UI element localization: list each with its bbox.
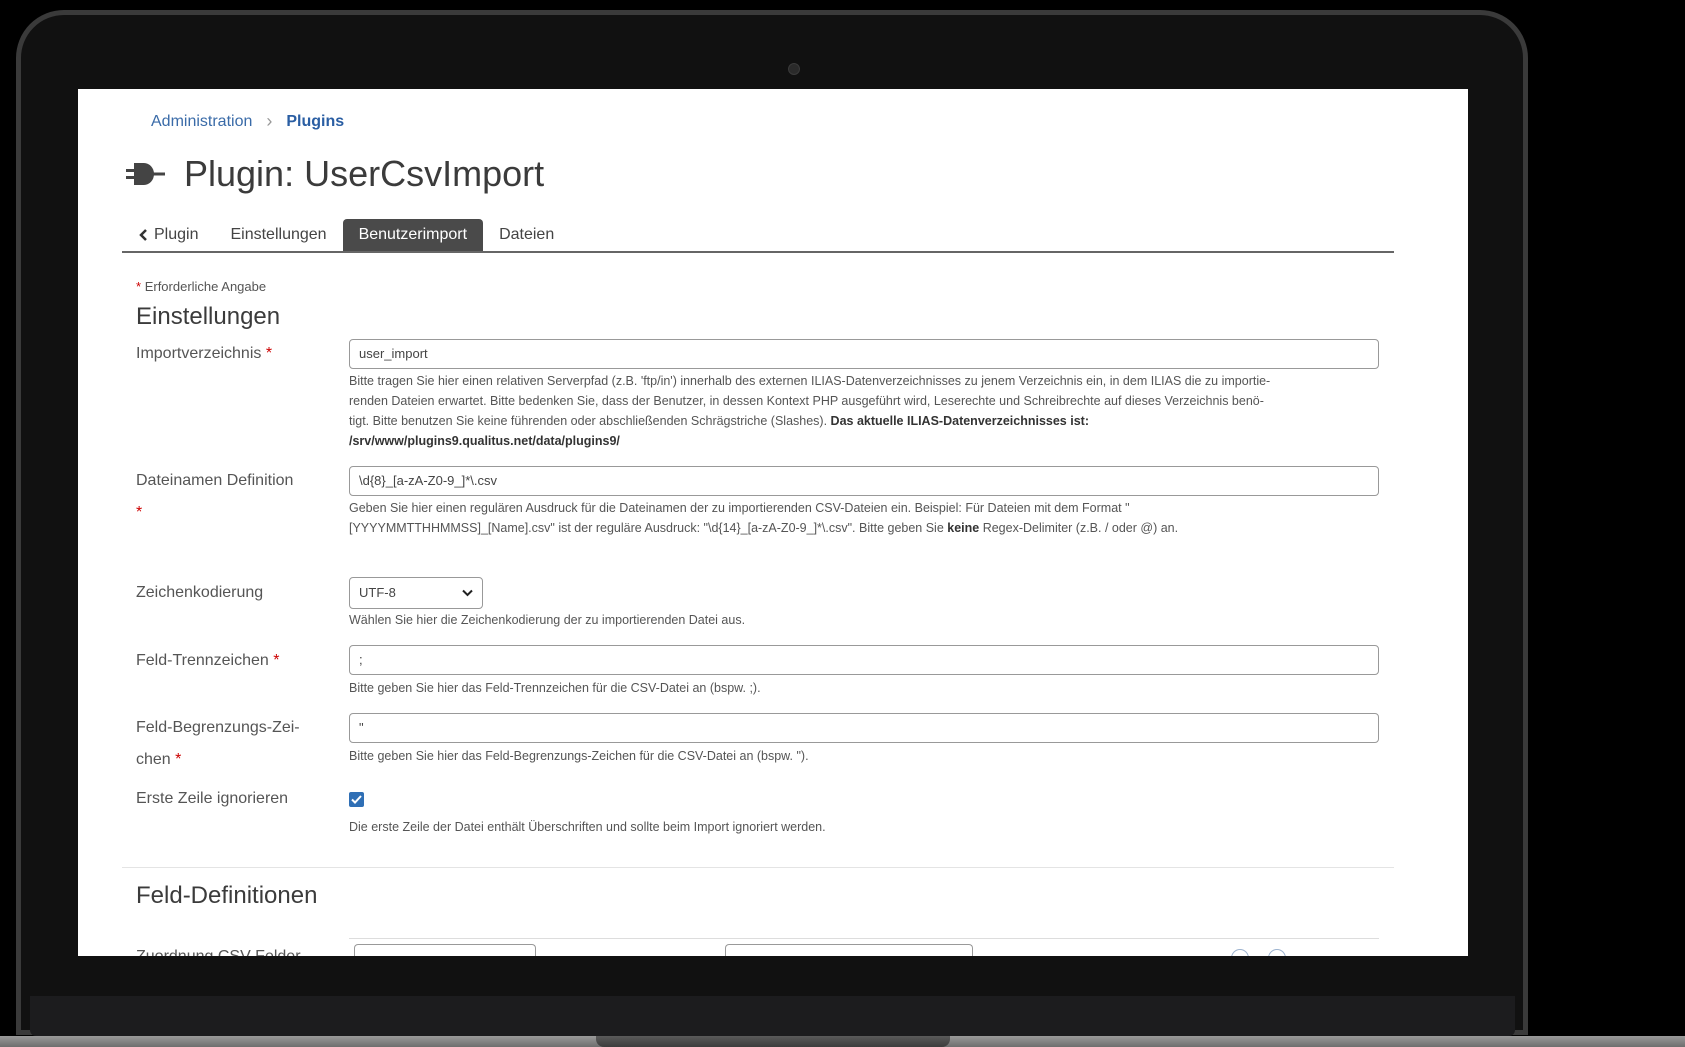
data-dir-path: /srv/www/plugins9.qualitus.net/data/plug… <box>349 434 620 448</box>
import-dir-help-line: /srv/www/plugins9.qualitus.net/data/plug… <box>349 431 1379 451</box>
mapping-select-partial[interactable] <box>725 944 973 956</box>
filename-def-help-text: [YYYYMMTTHHMMSS]_[Name].csv" ist der reg… <box>349 521 948 535</box>
encoding-value: UTF-8 <box>359 585 396 600</box>
skip-first-help: Die erste Zeile der Datei enthält Übersc… <box>349 820 826 834</box>
breadcrumb-separator-icon: › <box>266 111 273 131</box>
filename-def-label: Dateinamen Definition * <box>136 465 293 529</box>
plug-icon <box>126 163 165 185</box>
tab-benutzerimport[interactable]: Benutzerimport <box>342 219 484 251</box>
screen: Administration › Plugins Plugin: UserCsv… <box>78 89 1468 956</box>
tab-dateien[interactable]: Dateien <box>483 219 570 251</box>
filename-def-input[interactable]: \d{8}_[a-zA-Z0-9_]*\.csv <box>349 466 1379 496</box>
delimiter-input[interactable]: " <box>349 713 1379 743</box>
filename-def-help-bold: keine <box>947 521 980 535</box>
required-marker: * <box>175 751 182 768</box>
chevron-left-icon <box>139 229 147 241</box>
import-dir-help-line: renden Dateien erwartet. Bitte bedenken … <box>349 394 1264 408</box>
add-row-icon[interactable] <box>1231 949 1249 956</box>
separator-label-text: Feld-Trennzeichen <box>136 652 269 669</box>
required-marker: * <box>136 279 142 294</box>
section-title-feld-definitionen: Feld-Definitionen <box>136 882 318 909</box>
delimiter-label-text: Feld-Begrenzungs-Zei- <box>136 719 300 736</box>
page-title: Plugin: UserCsvImport <box>184 153 545 194</box>
delimiter-label-text-2: chen * <box>136 744 300 776</box>
laptop-chin <box>30 996 1515 1036</box>
section-title-einstellungen: Einstellungen <box>136 303 281 330</box>
encoding-help: Wählen Sie hier die Zeichenkodierung der… <box>349 613 746 627</box>
filename-def-help: Geben Sie hier einen regulären Ausdruck … <box>349 498 1379 538</box>
filename-def-help-line: Geben Sie hier einen regulären Ausdruck … <box>349 501 1130 515</box>
tab-einstellungen[interactable]: Einstellungen <box>214 219 342 251</box>
chevron-down-icon <box>462 589 473 597</box>
required-note-text: Erforderliche Angabe <box>144 279 267 294</box>
required-marker: * <box>273 652 280 669</box>
import-dir-label: Importverzeichnis * <box>136 338 272 370</box>
separator-label: Feld-Trennzeichen * <box>136 645 280 677</box>
filename-def-help-text: Regex-Delimiter (z.B. / oder @) an. <box>979 521 1179 535</box>
table-separator <box>349 938 1379 939</box>
breadcrumb: Administration › Plugins <box>151 111 344 132</box>
import-dir-help-line: tigt. Bitte benutzen Sie keine führenden… <box>349 411 1379 431</box>
encoding-label: Zeichenkodierung <box>136 584 264 601</box>
camera <box>788 63 800 75</box>
checkmark-icon <box>351 795 362 804</box>
import-dir-input[interactable]: user_import <box>349 339 1379 369</box>
encoding-select[interactable]: UTF-8 <box>349 577 483 609</box>
page-header: Plugin: UserCsvImport <box>126 153 544 195</box>
required-note: * Erforderliche Angabe <box>136 279 266 294</box>
filename-def-help-line: [YYYYMMTTHHMMSS]_[Name].csv" ist der reg… <box>349 518 1379 538</box>
skip-first-label: Erste Zeile ignorieren <box>136 790 289 807</box>
import-dir-label-text: Importverzeichnis <box>136 345 262 362</box>
mapping-label: Zuordnung CSV-Felder <box>136 941 301 956</box>
breadcrumb-administration[interactable]: Administration <box>151 113 252 131</box>
import-dir-help: Bitte tragen Sie hier einen relativen Se… <box>349 371 1379 451</box>
section-separator <box>122 867 1394 868</box>
skip-first-checkbox[interactable] <box>349 792 364 807</box>
import-dir-help-bold: Das aktuelle ILIAS-Datenverzeichnisses i… <box>830 414 1089 428</box>
remove-row-icon[interactable] <box>1268 949 1286 956</box>
tab-bar: Plugin Einstellungen Benutzerimport Date… <box>122 217 1394 253</box>
delimiter-label-text: chen <box>136 751 171 768</box>
import-dir-help-text: tigt. Bitte benutzen Sie keine führenden… <box>349 414 831 428</box>
delimiter-help: Bitte geben Sie hier das Feld-Begrenzung… <box>349 749 809 763</box>
tab-plugin-label: Plugin <box>154 226 199 243</box>
required-marker: * <box>265 345 273 362</box>
separator-help: Bitte geben Sie hier das Feld-Trennzeich… <box>349 681 761 695</box>
delimiter-label: Feld-Begrenzungs-Zei- chen * <box>136 712 300 776</box>
tab-plugin-back[interactable]: Plugin <box>122 219 214 251</box>
required-marker: * <box>136 504 143 521</box>
laptop-notch <box>596 1036 950 1047</box>
mapping-select-partial[interactable] <box>354 944 536 956</box>
import-dir-help-line: Bitte tragen Sie hier einen relativen Se… <box>349 374 1271 388</box>
separator-input[interactable]: ; <box>349 645 1379 675</box>
breadcrumb-plugins[interactable]: Plugins <box>286 113 344 131</box>
filename-def-label-text: Dateinamen Definition <box>136 472 294 489</box>
